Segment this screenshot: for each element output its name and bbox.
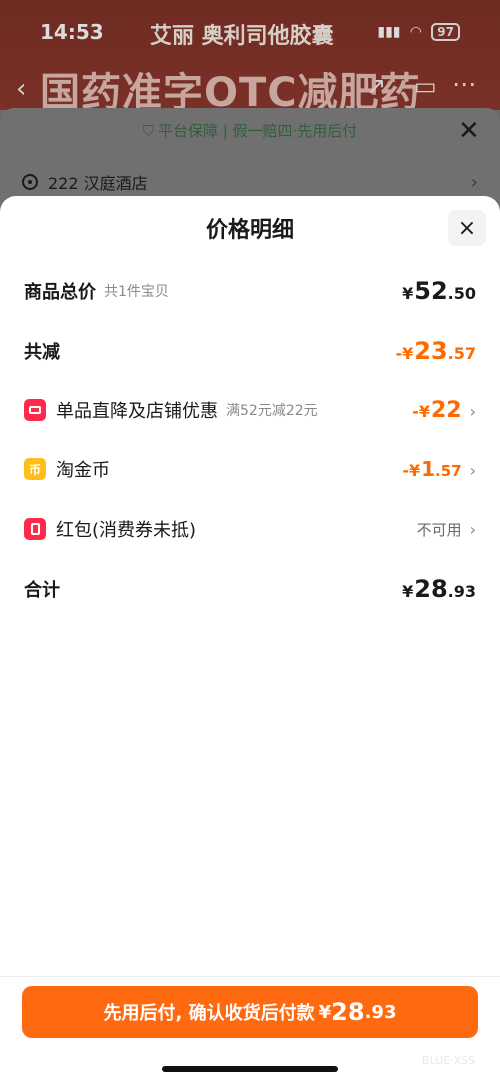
total-price-value: ¥52.50 xyxy=(402,277,476,305)
sum-row: 合计 ¥28.93 xyxy=(24,574,476,604)
currency-symbol: -¥ xyxy=(412,401,430,421)
status-time: 14:53 xyxy=(40,20,104,44)
sheet-close-icon[interactable]: ✕ xyxy=(458,116,480,146)
store-discount-label: 单品直降及店铺优惠 xyxy=(56,401,218,422)
close-button[interactable]: × xyxy=(448,210,486,246)
pay-button-label: 先用后付, 确认收货后付款 xyxy=(103,1003,315,1024)
pay-later-button[interactable]: 先用后付, 确认收货后付款 ¥ 28 .93 xyxy=(22,986,478,1038)
red-packet-status: 不可用 xyxy=(416,520,462,539)
chevron-right-icon: › xyxy=(469,401,476,421)
amount-decimal: .57 xyxy=(435,462,462,480)
more-icon[interactable]: ⋯ xyxy=(452,70,476,98)
bottom-divider xyxy=(0,976,500,977)
watermark: BLUE·XSS xyxy=(422,1054,476,1067)
currency-symbol: -¥ xyxy=(402,461,421,480)
amount-decimal: .50 xyxy=(447,284,476,303)
currency-symbol: ¥ xyxy=(402,582,414,601)
guarantee-text: 平台保障 | 假一赔四·先用后付 xyxy=(157,122,358,140)
store-discount-icon xyxy=(24,399,46,421)
shield-icon: ⛉ xyxy=(142,122,154,140)
signal-icon: ▮▮▮ xyxy=(377,24,401,40)
price-detail-modal: 价格明细 × 商品总价 共1件宝贝 ¥52.50 共减 -¥ 23.57 单品直降… xyxy=(0,196,500,1082)
share-icon[interactable]: ↗ xyxy=(366,72,386,100)
store-discount-value: -¥ 22 › xyxy=(412,398,476,423)
modal-title: 价格明细 xyxy=(205,218,294,243)
currency-symbol: ¥ xyxy=(318,1001,332,1023)
taojinbi-row[interactable]: 币 淘金币 -¥ 1.57 › xyxy=(24,454,476,484)
chevron-right-icon: › xyxy=(470,171,478,193)
amount-integer: 52 xyxy=(414,277,448,305)
total-discount-value: -¥ 23.57 xyxy=(395,337,476,365)
currency-symbol: ¥ xyxy=(402,284,414,303)
total-discount-row: 共减 -¥ 23.57 xyxy=(24,336,476,366)
amount-decimal: .93 xyxy=(447,582,476,601)
cart-icon[interactable]: ▭ xyxy=(414,72,437,100)
currency-symbol: -¥ xyxy=(395,344,414,363)
brand-logo: 艾丽 奥利司他胶囊 xyxy=(150,24,334,49)
chevron-right-icon: › xyxy=(469,461,476,480)
banner-headline: 国药准字OTC减肥药 xyxy=(40,70,421,110)
home-indicator xyxy=(162,1066,338,1072)
wifi-icon: ◠ xyxy=(410,24,422,40)
amount-integer: 22 xyxy=(430,397,462,423)
sum-value: ¥28.93 xyxy=(402,575,476,603)
total-discount-label: 共减 xyxy=(24,342,60,363)
product-banner: 14:53 ▮▮▮ ◠ 97 艾丽 奥利司他胶囊 国药准字OTC减肥药 ‹ ↗ … xyxy=(0,0,500,110)
store-discount-rule: 满52元减22元 xyxy=(226,403,318,419)
item-count: 共1件宝贝 xyxy=(104,284,169,300)
sum-label: 合计 xyxy=(24,580,60,601)
amount-integer: 1 xyxy=(421,457,436,481)
store-discount-row[interactable]: 单品直降及店铺优惠 满52元减22元 -¥ 22 › xyxy=(24,395,476,425)
amount-decimal: .57 xyxy=(447,344,476,363)
battery-icon: 97 xyxy=(431,23,460,41)
total-price-label: 商品总价 xyxy=(24,282,96,303)
platform-guarantee: ⛉ 平台保障 | 假一赔四·先用后付 xyxy=(0,120,500,144)
address-row[interactable]: 222 汉庭酒店 › xyxy=(22,170,478,194)
location-pin-icon xyxy=(22,174,38,190)
amount-decimal: .93 xyxy=(364,1001,397,1023)
red-packet-icon xyxy=(24,518,46,540)
total-price-row: 商品总价 共1件宝贝 ¥52.50 xyxy=(24,276,476,306)
close-icon: × xyxy=(457,215,477,241)
red-packet-row[interactable]: 红包(消费券未抵) 不可用 › xyxy=(24,514,476,544)
back-icon[interactable]: ‹ xyxy=(16,74,26,104)
red-packet-label: 红包(消费券未抵) xyxy=(56,520,197,541)
amount-integer: 28 xyxy=(414,575,448,603)
taojinbi-label: 淘金币 xyxy=(56,460,110,481)
amount-integer: 28 xyxy=(331,998,365,1026)
taojinbi-value: -¥ 1.57 › xyxy=(402,457,476,481)
amount-integer: 23 xyxy=(414,337,448,365)
coin-icon: 币 xyxy=(24,458,46,480)
address-text: 222 汉庭酒店 xyxy=(48,174,148,193)
chevron-right-icon: › xyxy=(469,519,476,539)
